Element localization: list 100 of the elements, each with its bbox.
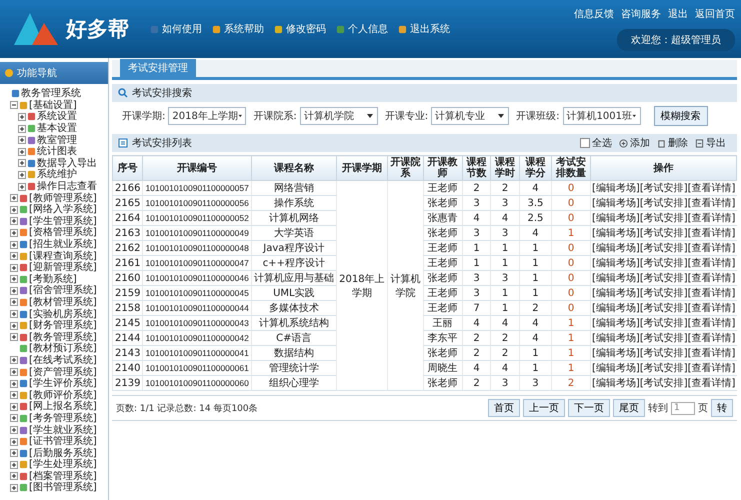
row-action-link[interactable]: [考试安排] [640,288,688,299]
row-action-link[interactable]: [考试安排] [640,258,688,269]
page-input[interactable]: 1 [671,402,695,414]
toolbar-link[interactable]: 全选 [592,136,612,150]
row-action-link[interactable]: [查看详情] [688,273,736,284]
row-action-link[interactable]: [考试安排] [640,363,688,374]
expand-toggle-icon[interactable] [10,402,18,411]
tree-item[interactable]: 基本设置 [37,123,77,134]
nav-link[interactable]: 个人信息 [348,22,388,36]
row-action-link[interactable]: [编辑考场] [592,303,640,314]
row-action-link[interactable]: [查看详情] [688,303,736,314]
row-action-link[interactable]: [编辑考场] [592,378,640,389]
row-action-link[interactable]: [编辑考场] [592,348,640,359]
nav-link[interactable]: 修改密码 [286,22,326,36]
tree-item[interactable]: [资格管理系统] [29,227,97,238]
toolbar-link[interactable]: 导出 [706,136,726,150]
expand-toggle-icon[interactable] [10,333,18,342]
row-action-link[interactable]: [查看详情] [688,378,736,389]
row-action-link[interactable]: [查看详情] [688,228,736,239]
expand-toggle-icon[interactable] [10,275,18,284]
tree-item[interactable]: [教务管理系统] [29,332,97,343]
search-button[interactable]: 模糊搜索 [654,106,708,126]
expand-toggle-icon[interactable] [10,391,18,400]
tree-item[interactable]: [宿舍管理系统] [29,285,97,296]
tree-item[interactable]: [教材预订系统] [29,343,97,354]
expand-toggle-icon[interactable] [10,322,18,330]
tree-item[interactable]: [招生就业系统] [29,239,97,250]
expand-toggle-icon[interactable] [10,356,18,364]
expand-toggle-icon[interactable] [10,472,18,480]
row-action-link[interactable]: [编辑考场] [592,183,640,194]
tree-item[interactable]: [网上报名系统] [29,401,97,412]
row-action-link[interactable]: [查看详情] [688,243,736,254]
nav-link[interactable]: 系统帮助 [224,22,264,36]
tree-item[interactable]: [迎新管理系统] [29,262,97,274]
tree-item[interactable]: 数据导入导出 [37,158,97,169]
tree-item[interactable]: [考务管理系统] [29,412,97,424]
tree-item[interactable]: [财务管理系统] [29,320,97,332]
row-action-link[interactable]: [编辑考场] [592,318,640,329]
expand-toggle-icon[interactable] [18,136,26,144]
top-link[interactable]: 退出 [668,7,688,21]
row-action-link[interactable]: [查看详情] [688,288,736,299]
top-link[interactable]: 信息反馈 [574,7,614,21]
row-action-link[interactable]: [考试安排] [640,243,688,254]
expand-toggle-icon[interactable] [10,240,18,249]
row-action-link[interactable]: [考试安排] [640,378,688,389]
expand-toggle-icon[interactable] [10,252,18,260]
tree-item[interactable]: 系统维护 [37,169,77,180]
row-action-link[interactable]: [考试安排] [640,273,688,284]
tree-item[interactable]: [网络入学系统] [29,204,97,216]
page-button[interactable]: 尾页 [613,399,645,417]
expand-toggle-icon[interactable] [10,206,18,214]
expand-toggle-icon[interactable] [18,182,26,191]
tab[interactable]: 考试安排管理 [120,59,196,77]
tree-item[interactable]: [后勤服务系统] [29,448,97,459]
expand-toggle-icon[interactable] [10,194,18,202]
filter-select[interactable]: 计算机专业 [431,107,510,125]
tree-item[interactable]: [学生评价系统] [29,378,97,390]
row-action-link[interactable]: [编辑考场] [592,198,640,209]
tree-item[interactable]: [档案管理系统] [29,470,97,482]
row-action-link[interactable]: [查看详情] [688,363,736,374]
row-action-link[interactable]: [查看详情] [688,198,736,209]
tree-item[interactable]: [基础设置] [29,100,77,111]
expand-toggle-icon[interactable] [10,449,18,458]
checkbox[interactable] [580,138,590,148]
row-action-link[interactable]: [编辑考场] [592,243,640,254]
row-action-link[interactable]: [查看详情] [688,183,736,194]
expand-toggle-icon[interactable] [10,438,18,446]
tree-item[interactable]: 教务管理系统 [21,88,81,100]
tree-item[interactable]: [教师管理系统] [29,192,97,204]
row-action-link[interactable]: [查看详情] [688,333,736,344]
expand-toggle-icon[interactable] [10,310,18,318]
row-action-link[interactable]: [考试安排] [640,348,688,359]
row-action-link[interactable]: [考试安排] [640,198,688,209]
expand-toggle-icon[interactable] [18,112,26,121]
expand-toggle-icon[interactable] [10,380,18,388]
row-action-link[interactable]: [查看详情] [688,258,736,269]
tree-item[interactable]: [课程查询系统] [29,250,97,262]
expand-toggle-icon[interactable] [18,124,26,133]
row-action-link[interactable]: [考试安排] [640,303,688,314]
row-action-link[interactable]: [编辑考场] [592,273,640,284]
expand-toggle-icon[interactable] [10,286,18,295]
row-action-link[interactable]: [考试安排] [640,213,688,224]
expand-toggle-icon[interactable] [10,264,18,272]
expand-toggle-icon[interactable] [10,217,18,226]
expand-toggle-icon[interactable] [10,426,18,434]
top-link[interactable]: 返回首页 [695,7,735,21]
tree-item[interactable]: [资产管理系统] [29,366,97,378]
page-button[interactable]: 下一页 [568,399,610,417]
expand-toggle-icon[interactable] [10,298,18,306]
top-link[interactable]: 咨询服务 [621,7,661,21]
filter-select[interactable]: 2018年上学期 [168,107,246,125]
tree-item[interactable]: [图书管理系统] [29,482,97,494]
tree-item[interactable]: [学生就业系统] [29,424,97,436]
expand-toggle-icon[interactable] [10,460,18,469]
toolbar-link[interactable]: 删除 [668,136,688,150]
expand-toggle-icon[interactable] [18,170,26,179]
expand-toggle-icon[interactable] [10,414,18,422]
row-action-link[interactable]: [考试安排] [640,318,688,329]
tree-item[interactable]: [学生管理系统] [29,216,97,227]
row-action-link[interactable]: [考试安排] [640,183,688,194]
